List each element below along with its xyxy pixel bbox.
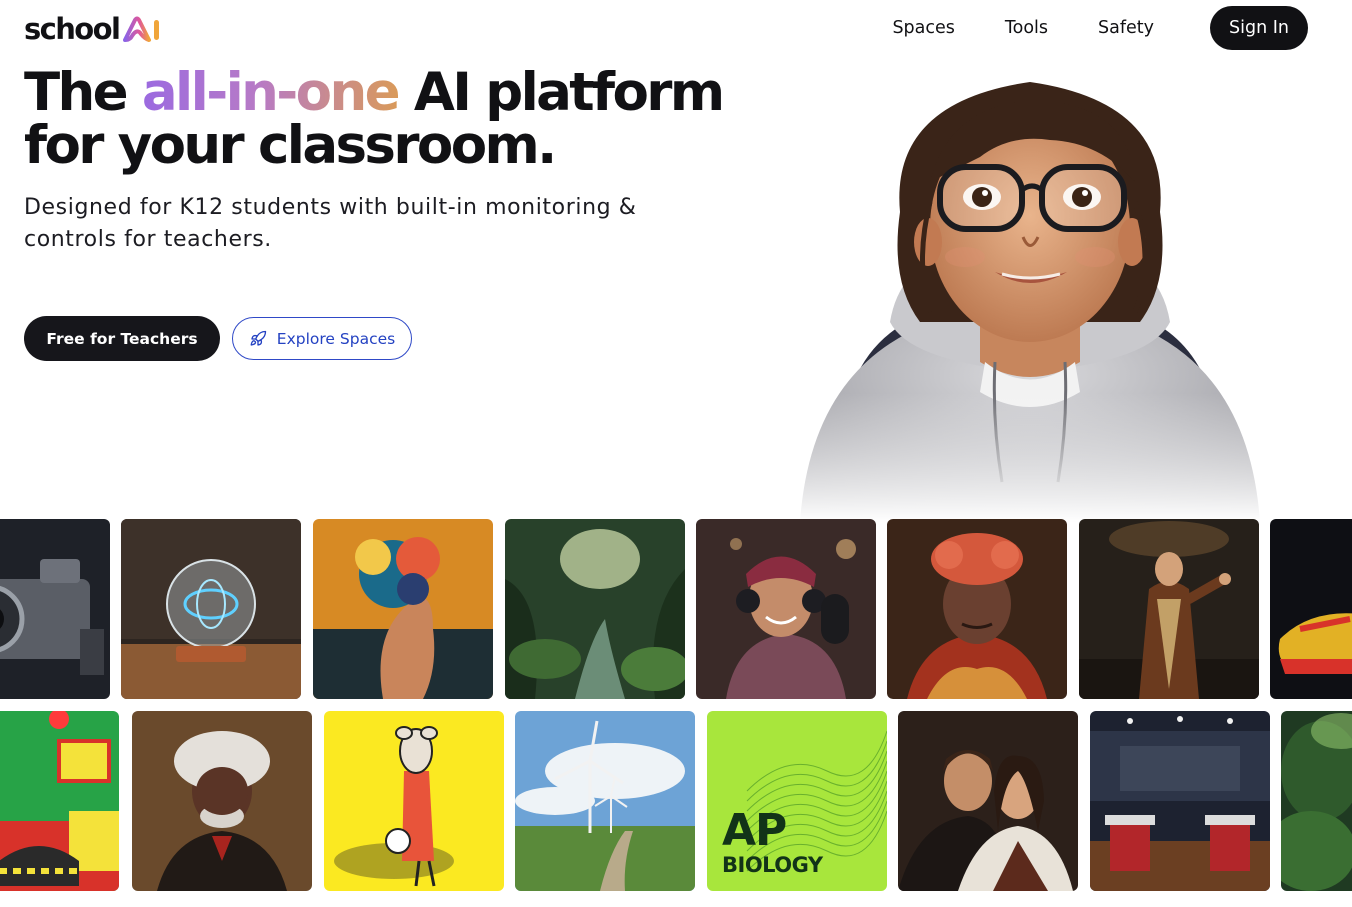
gallery-tile-abstract-woman[interactable] bbox=[313, 519, 493, 699]
gallery-row-2: AP BIOLOGY bbox=[0, 711, 1352, 891]
hero-subtitle: Designed for K12 students with built-in … bbox=[24, 195, 637, 252]
explore-spaces-label: Explore Spaces bbox=[276, 329, 396, 348]
nav-link-spaces[interactable]: Spaces bbox=[892, 18, 954, 38]
free-for-teachers-button[interactable]: Free for Teachers bbox=[24, 316, 220, 361]
schoolai-logo[interactable]: school bbox=[24, 12, 163, 46]
gallery-tile-camera[interactable] bbox=[0, 519, 110, 699]
gallery-tile-wind-turbines[interactable] bbox=[515, 711, 695, 891]
hero-title: The all-in-one AI platform for your clas… bbox=[24, 66, 764, 172]
site-header: school Spaces Tools Safety Sign In bbox=[0, 0, 1352, 58]
gallery-tile-sneaker[interactable] bbox=[1270, 519, 1352, 699]
main-nav: Spaces Tools Safety Sign In bbox=[892, 6, 1308, 50]
gallery-tile-colorful-room[interactable] bbox=[0, 711, 119, 891]
explore-spaces-button[interactable]: Explore Spaces bbox=[232, 317, 412, 360]
sign-in-button[interactable]: Sign In bbox=[1210, 6, 1308, 50]
gallery-tile-crystal-ball[interactable] bbox=[121, 519, 301, 699]
nav-link-tools[interactable]: Tools bbox=[1005, 18, 1048, 38]
gallery-tile-jungle[interactable] bbox=[505, 519, 685, 699]
gallery-tile-historic-man[interactable] bbox=[132, 711, 312, 891]
gallery-tile-ap-biology[interactable]: AP BIOLOGY bbox=[707, 711, 887, 891]
gallery-tile-historic-couple[interactable] bbox=[898, 711, 1078, 891]
ap-label: AP bbox=[722, 805, 787, 856]
biology-label: BIOLOGY bbox=[722, 853, 823, 877]
ap-biology-label: AP BIOLOGY bbox=[722, 805, 823, 878]
logo-wordmark: school bbox=[24, 11, 121, 46]
gallery-tile-actor-stage[interactable] bbox=[1079, 519, 1259, 699]
gallery-tile-rainforest[interactable] bbox=[1281, 711, 1352, 891]
gallery-tile-debate-stage[interactable] bbox=[1090, 711, 1270, 891]
gallery-tile-mouse-cartoon[interactable] bbox=[324, 711, 504, 891]
hero-title-start: The bbox=[24, 62, 142, 123]
student-portrait-image bbox=[780, 62, 1280, 522]
gallery-row-1 bbox=[0, 519, 1352, 699]
rocket-icon bbox=[249, 330, 267, 348]
nav-link-safety[interactable]: Safety bbox=[1098, 18, 1154, 38]
gallery-tile-elder-woman[interactable] bbox=[887, 519, 1067, 699]
hero-title-highlight: all-in-one bbox=[141, 62, 401, 123]
gallery-tile-podcaster[interactable] bbox=[696, 519, 876, 699]
logo-ai-mark-icon bbox=[121, 14, 163, 44]
